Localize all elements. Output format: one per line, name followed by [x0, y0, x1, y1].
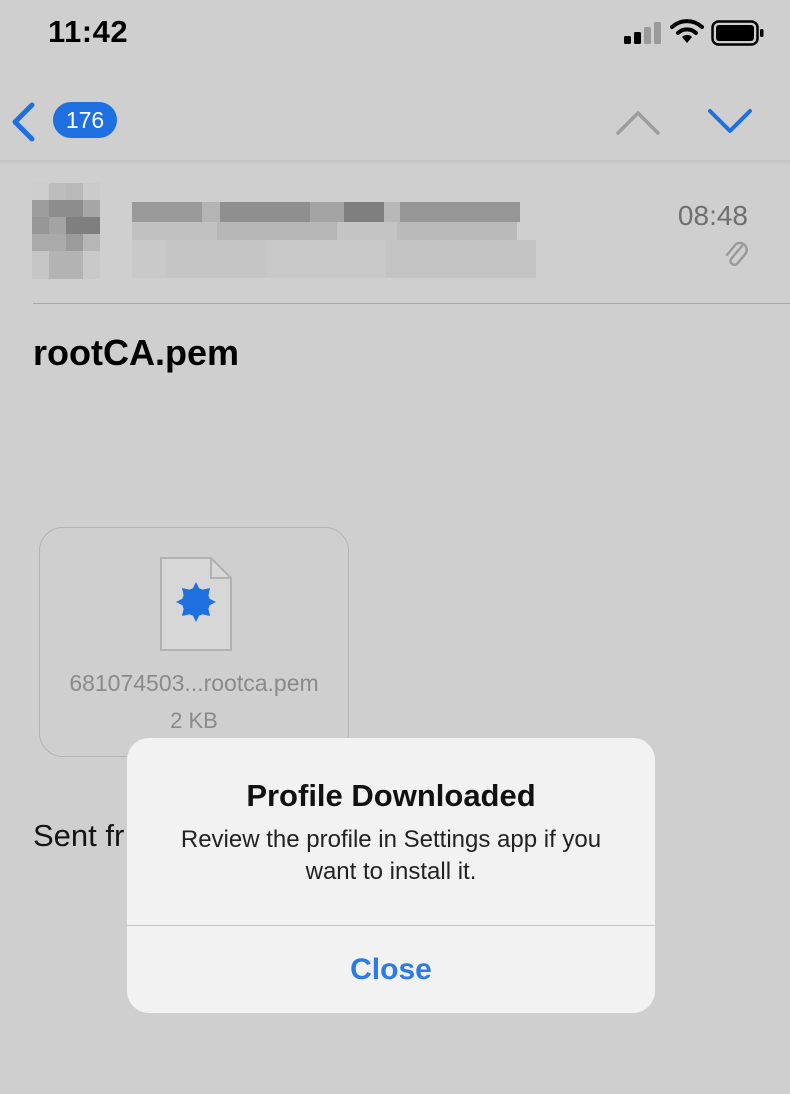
- certificate-file-icon: [160, 557, 232, 651]
- wifi-icon: [670, 19, 704, 43]
- cellular-signal-icon: [624, 22, 661, 44]
- attachment-file-name: 681074503...rootca.pem: [69, 670, 319, 696]
- message-subject: rootCA.pem: [33, 332, 239, 373]
- back-chevron-icon[interactable]: [8, 100, 38, 144]
- sender-name-redacted: [132, 202, 536, 278]
- paperclip-icon: [725, 241, 748, 267]
- message-time: 08:48: [677, 200, 748, 231]
- next-message-icon[interactable]: [707, 108, 753, 136]
- status-time: 11:42: [48, 14, 129, 49]
- avatar: [32, 183, 100, 279]
- header-divider: [33, 303, 790, 304]
- alert-message: Review the profile in Settings app if yo…: [180, 826, 602, 885]
- message-body-text: Sent fr: [33, 818, 125, 853]
- previous-message-icon[interactable]: [615, 108, 661, 136]
- close-button[interactable]: Close: [127, 926, 655, 1013]
- nav-bar-divider: [0, 160, 790, 166]
- attachment-file-size: 2 KB: [170, 708, 218, 733]
- profile-downloaded-alert: Profile Downloaded Review the profile in…: [127, 738, 655, 1013]
- alert-title: Profile Downloaded: [246, 778, 536, 813]
- battery-icon: [711, 20, 764, 46]
- mailbox-count-badge[interactable]: 176: [53, 102, 117, 138]
